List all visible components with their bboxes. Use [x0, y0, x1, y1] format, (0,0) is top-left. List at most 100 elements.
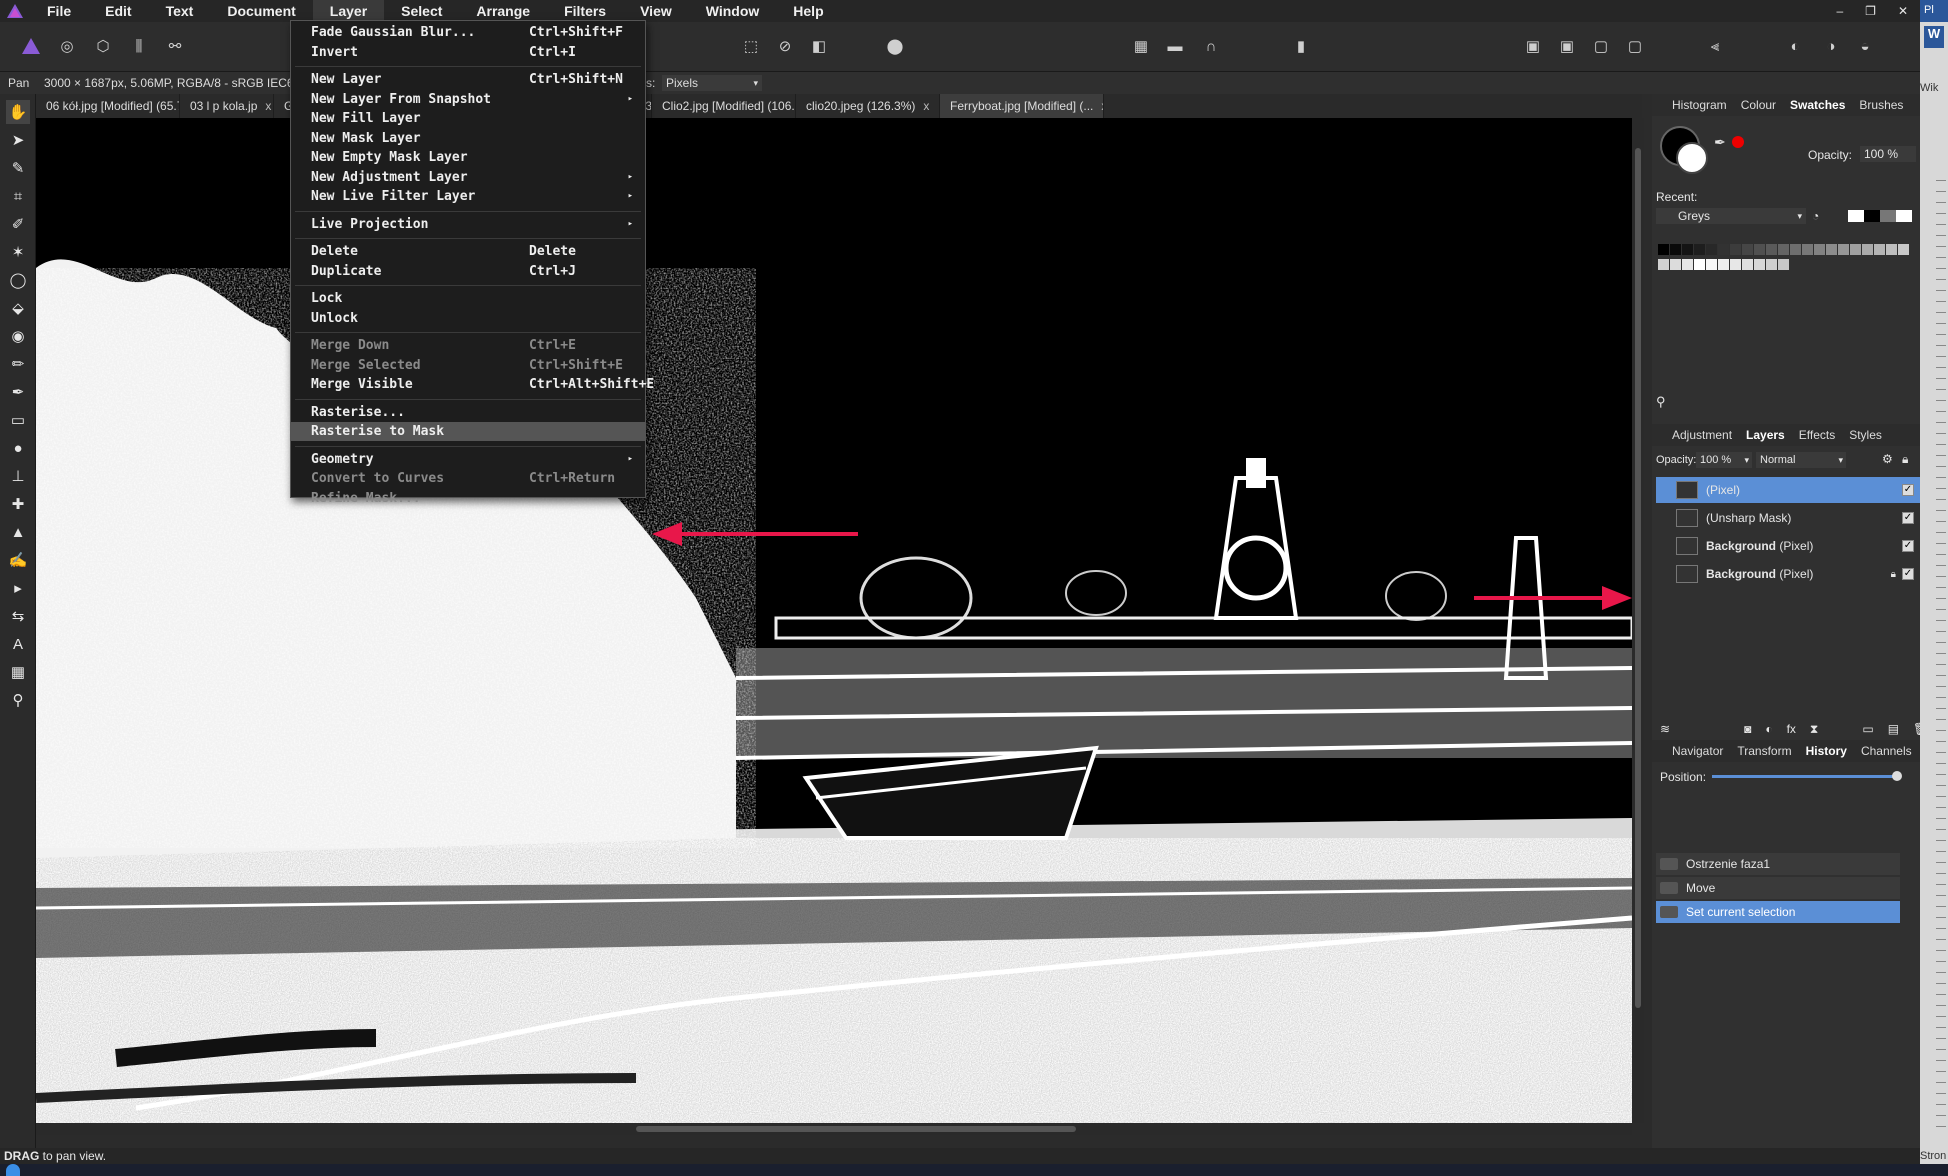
mesh-warp-tool-icon[interactable]: ⇆	[6, 604, 30, 628]
layer-row[interactable]: (Pixel) ✓	[1656, 477, 1920, 503]
swatch[interactable]	[1814, 244, 1825, 255]
swatch[interactable]	[1790, 244, 1801, 255]
menu-arrange[interactable]: Arrange	[459, 0, 547, 22]
swatch[interactable]	[1766, 244, 1777, 255]
menu-item-new-fill-layer[interactable]: New Fill Layer	[291, 109, 645, 128]
swatch[interactable]	[1862, 244, 1873, 255]
color-picker-tool-icon[interactable]: ✎	[6, 156, 30, 180]
healing-brush-tool-icon[interactable]: ✚	[6, 492, 30, 516]
menu-item-new-empty-mask-layer[interactable]: New Empty Mask Layer	[291, 148, 645, 167]
document-tab[interactable]: Clio2.jpg [Modified] (106.1...x	[652, 94, 796, 118]
photo-persona-icon[interactable]	[16, 32, 46, 60]
boolean-add-icon[interactable]: ◐	[1780, 32, 1810, 60]
live-filter-icon[interactable]: ⧗	[1810, 722, 1818, 737]
blend-mode-select[interactable]: Normal ▾	[1756, 452, 1846, 468]
panel-tab-layers[interactable]: Layers	[1746, 428, 1785, 442]
swatch[interactable]	[1682, 244, 1693, 255]
erase-brush-tool-icon[interactable]: ▭	[6, 408, 30, 432]
panel-tab-channels[interactable]: Channels	[1861, 744, 1912, 758]
assistant-icon[interactable]: ▮	[1286, 32, 1316, 60]
menu-item-fade-gaussian-blur[interactable]: Fade Gaussian Blur... Ctrl+Shift+F	[291, 23, 645, 42]
swatch[interactable]	[1658, 244, 1669, 255]
pen-tool-icon[interactable]: ▲	[6, 520, 30, 544]
restore-icon[interactable]: ❐	[1865, 4, 1876, 18]
swatch[interactable]	[1706, 259, 1717, 270]
selection-brush-tool-icon[interactable]: ✐	[6, 212, 30, 236]
marquee-selection-icon[interactable]: ⬚	[736, 32, 766, 60]
menu-item-new-mask-layer[interactable]: New Mask Layer	[291, 129, 645, 148]
swatch[interactable]	[1766, 259, 1777, 270]
tone-mapping-persona-icon[interactable]: ⫼	[124, 32, 154, 60]
tab-close-icon[interactable]: x	[265, 94, 271, 118]
marquee-tool-icon[interactable]: ◯	[6, 268, 30, 292]
menu-item-new-adjustment-layer[interactable]: New Adjustment Layer ▸	[291, 168, 645, 187]
invert-selection-icon[interactable]: ◧	[804, 32, 834, 60]
develop-persona-icon[interactable]: ⬡	[88, 32, 118, 60]
swatch[interactable]	[1850, 244, 1861, 255]
snapping-magnet-icon[interactable]: ∩	[1196, 32, 1226, 60]
menu-item-merge-down[interactable]: Merge Down Ctrl+E	[291, 336, 645, 355]
history-item[interactable]: Move	[1656, 877, 1900, 899]
swatch-search-icon[interactable]: ⚲	[1656, 394, 1666, 410]
panel-tab-styles[interactable]: Styles	[1849, 428, 1882, 442]
mask-layer-icon[interactable]: ◙	[1744, 722, 1751, 736]
affinity-logo-icon[interactable]	[0, 0, 30, 22]
deselect-icon[interactable]: ⊘	[770, 32, 800, 60]
panel-tab-histogram[interactable]: Histogram	[1672, 98, 1727, 112]
menu-item-lock[interactable]: Lock	[291, 289, 645, 308]
snapping-grid-icon[interactable]: ▦	[1126, 32, 1156, 60]
tab-close-icon[interactable]: x	[923, 94, 929, 118]
swatch[interactable]	[1754, 244, 1765, 255]
paint-brush-tool-icon[interactable]: ✏	[6, 352, 30, 376]
menu-view[interactable]: View	[623, 0, 689, 22]
menu-item-refine-mask[interactable]: Refine Mask...	[291, 489, 645, 508]
layer-row[interactable]: Background (Pixel) 🔒︎ ✓	[1656, 561, 1920, 587]
history-item[interactable]: Set current selection	[1656, 901, 1900, 923]
swatch[interactable]	[1778, 259, 1789, 270]
dodge-brush-tool-icon[interactable]: ●	[6, 436, 30, 460]
flood-select-tool-icon[interactable]: ✶	[6, 240, 30, 264]
swatch[interactable]	[1838, 244, 1849, 255]
palette-select[interactable]: Greys ▾	[1656, 208, 1806, 224]
menu-item-convert-to-curves[interactable]: Convert to Curves Ctrl+Return	[291, 469, 645, 488]
layer-visibility-checkbox[interactable]: ✓	[1902, 540, 1914, 552]
swatch[interactable]	[1730, 244, 1741, 255]
menu-text[interactable]: Text	[149, 0, 211, 22]
menu-item-duplicate[interactable]: Duplicate Ctrl+J	[291, 262, 645, 281]
guides-icon[interactable]: ▬	[1160, 32, 1190, 60]
panel-tab-history[interactable]: History	[1806, 744, 1847, 758]
boolean-intersect-icon[interactable]: ◒	[1850, 32, 1880, 60]
rectangle-tool-icon[interactable]: ▦	[6, 660, 30, 684]
swatch[interactable]	[1670, 244, 1681, 255]
export-persona-icon[interactable]: ⚯	[160, 32, 190, 60]
menu-help[interactable]: Help	[776, 0, 840, 22]
node-tool-icon[interactable]: ▸	[6, 576, 30, 600]
swatch[interactable]	[1778, 244, 1789, 255]
zoom-tool-icon[interactable]: ⚲	[6, 688, 30, 712]
horizontal-scrollbar[interactable]	[36, 1123, 1632, 1135]
menu-item-merge-selected[interactable]: Merge Selected Ctrl+Shift+E	[291, 356, 645, 375]
clone-brush-tool-icon[interactable]: ⊥	[6, 464, 30, 488]
swatch[interactable]	[1742, 259, 1753, 270]
adjustment-layer-icon[interactable]: ◐	[1765, 722, 1772, 736]
swatch[interactable]	[1826, 244, 1837, 255]
swatch[interactable]	[1694, 244, 1705, 255]
menu-item-new-layer-from-snapshot[interactable]: New Layer From Snapshot ▸	[291, 90, 645, 109]
menu-item-new-layer[interactable]: New Layer Ctrl+Shift+N	[291, 70, 645, 89]
menu-item-live-projection[interactable]: Live Projection ▸	[291, 215, 645, 234]
layer-visibility-checkbox[interactable]: ✓	[1902, 568, 1914, 580]
menu-file[interactable]: File	[30, 0, 88, 22]
swatch[interactable]	[1802, 244, 1813, 255]
swatch[interactable]	[1682, 259, 1693, 270]
word-icon[interactable]: W	[1924, 26, 1944, 48]
panel-tab-effects[interactable]: Effects	[1799, 428, 1835, 442]
layer-opacity-field[interactable]: 100 % ▾	[1696, 452, 1752, 468]
swatch[interactable]	[1694, 259, 1705, 270]
layer-visibility-checkbox[interactable]: ✓	[1902, 512, 1914, 524]
menu-item-invert[interactable]: Invert Ctrl+I	[291, 43, 645, 62]
arrange-front-icon[interactable]: ▣	[1518, 32, 1548, 60]
arrange-backward-icon[interactable]: ▢	[1586, 32, 1616, 60]
menu-filters[interactable]: Filters	[547, 0, 623, 22]
layer-lock-icon[interactable]: 🔒︎	[1902, 452, 1908, 467]
swatch[interactable]	[1874, 244, 1885, 255]
